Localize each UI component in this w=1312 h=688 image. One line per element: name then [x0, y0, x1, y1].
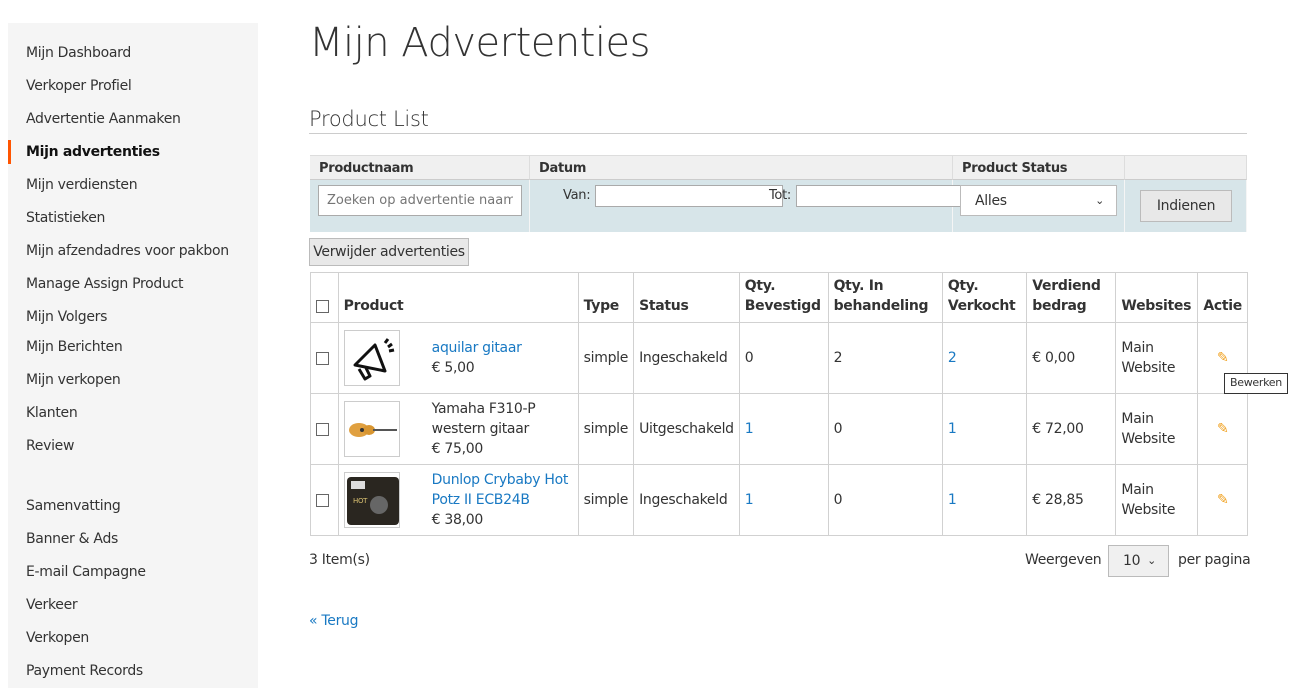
- product-name[interactable]: aquilar gitaar: [432, 340, 522, 356]
- col-verdiend: Verdiend bedrag: [1026, 272, 1117, 323]
- submit-button[interactable]: Indienen: [1140, 190, 1232, 222]
- filter-header-status: Product Status: [953, 155, 1125, 180]
- table-row: HOT Dunlop Crybaby Hot Potz II ECB24B € 38…: [310, 464, 1248, 536]
- pedal-image: HOT: [343, 472, 400, 528]
- per-page-label: per pagina: [1178, 552, 1251, 568]
- qty-behandeling: 2: [827, 322, 943, 394]
- qty-bevestigd: 1: [738, 464, 829, 536]
- edit-pencil-icon[interactable]: ✎: [1217, 350, 1229, 366]
- filter-header-datum: Datum: [530, 155, 953, 180]
- sidebar-item[interactable]: Verkoper Profiel: [8, 74, 258, 98]
- website-cell: Main Website: [1115, 464, 1199, 536]
- edit-pencil-icon[interactable]: ✎: [1217, 421, 1229, 437]
- megaphone-icon: [343, 330, 400, 386]
- table-row: aquilar gitaar € 5,00 simple Ingeschakeld…: [310, 322, 1248, 394]
- sidebar-item[interactable]: Mijn Volgers: [8, 305, 258, 329]
- sidebar-item[interactable]: Mijn afzendadres voor pakbon: [8, 239, 258, 263]
- verdiend-bedrag: € 72,00: [1026, 393, 1117, 465]
- col-qty-bevestigd: Qty. Bevestigd: [738, 272, 829, 323]
- item-count: 3 Item(s): [309, 552, 370, 568]
- type-cell: simple: [577, 393, 635, 465]
- filter-header-productnaam: Productnaam: [310, 155, 530, 180]
- tot-label: Tot:: [769, 188, 791, 203]
- row-checkbox[interactable]: [316, 493, 329, 507]
- website-cell: Main Website: [1115, 322, 1199, 394]
- table-row: Yamaha F310-P western gitaar € 75,00 simp…: [310, 393, 1248, 465]
- sidebar-item[interactable]: Klanten: [8, 401, 258, 425]
- date-to-input[interactable]: [796, 185, 984, 207]
- sidebar-item[interactable]: Mijn verkopen: [8, 368, 258, 392]
- product-name[interactable]: Dunlop Crybaby Hot Potz II ECB24B: [432, 472, 569, 508]
- show-label: Weergeven: [1025, 552, 1102, 568]
- sidebar-item[interactable]: Manage Assign Product: [8, 272, 258, 296]
- sidebar: Mijn Dashboard Verkoper Profiel Advertenti…: [8, 23, 258, 688]
- col-type: Type: [577, 272, 635, 323]
- qty-behandeling: 0: [827, 464, 943, 536]
- chevron-down-icon: ⌄: [1147, 554, 1156, 567]
- guitar-image: [343, 401, 400, 457]
- col-qty-verkocht: Qty. Verkocht: [941, 272, 1028, 323]
- col-actie: Actie: [1197, 272, 1248, 323]
- status-cell: Uitgeschakeld: [633, 393, 740, 465]
- col-qty-behandeling: Qty. In behandeling: [827, 272, 943, 323]
- product-price: € 38,00: [431, 512, 484, 528]
- per-page-select[interactable]: 10 ⌄: [1108, 545, 1169, 577]
- select-all-checkbox[interactable]: [316, 299, 329, 313]
- status-cell: Ingeschakeld: [633, 322, 740, 394]
- verdiend-bedrag: € 0,00: [1026, 322, 1117, 394]
- sidebar-item[interactable]: Statistieken: [8, 206, 258, 230]
- col-websites: Websites: [1115, 272, 1199, 323]
- qty-behandeling: 0: [827, 393, 943, 465]
- filter-panel: Productnaam Datum Product Status Van: To…: [310, 155, 1247, 232]
- back-link[interactable]: « Terug: [309, 613, 359, 629]
- product-name: Yamaha F310-P western gitaar: [431, 401, 536, 437]
- chevron-down-icon: ⌄: [1095, 194, 1104, 207]
- product-price: € 75,00: [431, 441, 484, 457]
- qty-verkocht[interactable]: 1: [941, 393, 1028, 465]
- page-title: Mijn Advertenties: [309, 20, 650, 66]
- qty-verkocht[interactable]: 2: [941, 322, 1028, 394]
- qty-verkocht[interactable]: 1: [941, 464, 1028, 536]
- status-select[interactable]: Alles ⌄: [960, 185, 1117, 216]
- verdiend-bedrag: € 28,85: [1026, 464, 1117, 536]
- sidebar-item[interactable]: E-mail Campagne: [8, 560, 258, 584]
- edit-tooltip: Bewerken: [1224, 373, 1288, 394]
- row-checkbox[interactable]: [316, 422, 329, 436]
- edit-pencil-icon[interactable]: ✎: [1217, 492, 1229, 508]
- sidebar-item[interactable]: Verkopen: [8, 626, 258, 650]
- status-cell: Ingeschakeld: [633, 464, 740, 536]
- sidebar-item[interactable]: Mijn Berichten: [8, 335, 258, 359]
- type-cell: simple: [577, 322, 635, 394]
- website-cell: Main Website: [1115, 393, 1199, 465]
- row-checkbox[interactable]: [316, 351, 329, 365]
- sidebar-item[interactable]: Verkeer: [8, 593, 258, 617]
- filter-header-empty: [1125, 155, 1247, 180]
- sidebar-item[interactable]: Samenvatting: [8, 494, 258, 518]
- product-price: € 5,00: [431, 360, 475, 376]
- section-title: Product List: [309, 107, 429, 131]
- sidebar-item[interactable]: Banner & Ads: [8, 527, 258, 551]
- sidebar-item[interactable]: Mijn advertenties: [8, 140, 258, 164]
- van-label: Van:: [563, 188, 591, 203]
- sidebar-item[interactable]: Mijn Dashboard: [8, 41, 258, 65]
- sidebar-item[interactable]: Review: [8, 434, 258, 458]
- sidebar-item[interactable]: Payment Records: [8, 659, 258, 683]
- qty-bevestigd: 0: [738, 322, 829, 394]
- sidebar-item[interactable]: Mijn verdiensten: [8, 173, 258, 197]
- type-cell: simple: [577, 464, 635, 536]
- col-status: Status: [633, 272, 740, 323]
- delete-ads-button[interactable]: Verwijder advertenties: [309, 238, 469, 266]
- svg-text:HOT: HOT: [353, 497, 368, 505]
- qty-bevestigd: 1: [738, 393, 829, 465]
- product-search-input[interactable]: [318, 185, 522, 216]
- col-product: Product: [337, 272, 579, 323]
- product-table: Product Type Status Qty. Bevestigd Qty. …: [310, 272, 1248, 536]
- divider: [309, 133, 1247, 134]
- sidebar-item[interactable]: Advertentie Aanmaken: [8, 107, 258, 131]
- date-from-input[interactable]: [595, 185, 783, 207]
